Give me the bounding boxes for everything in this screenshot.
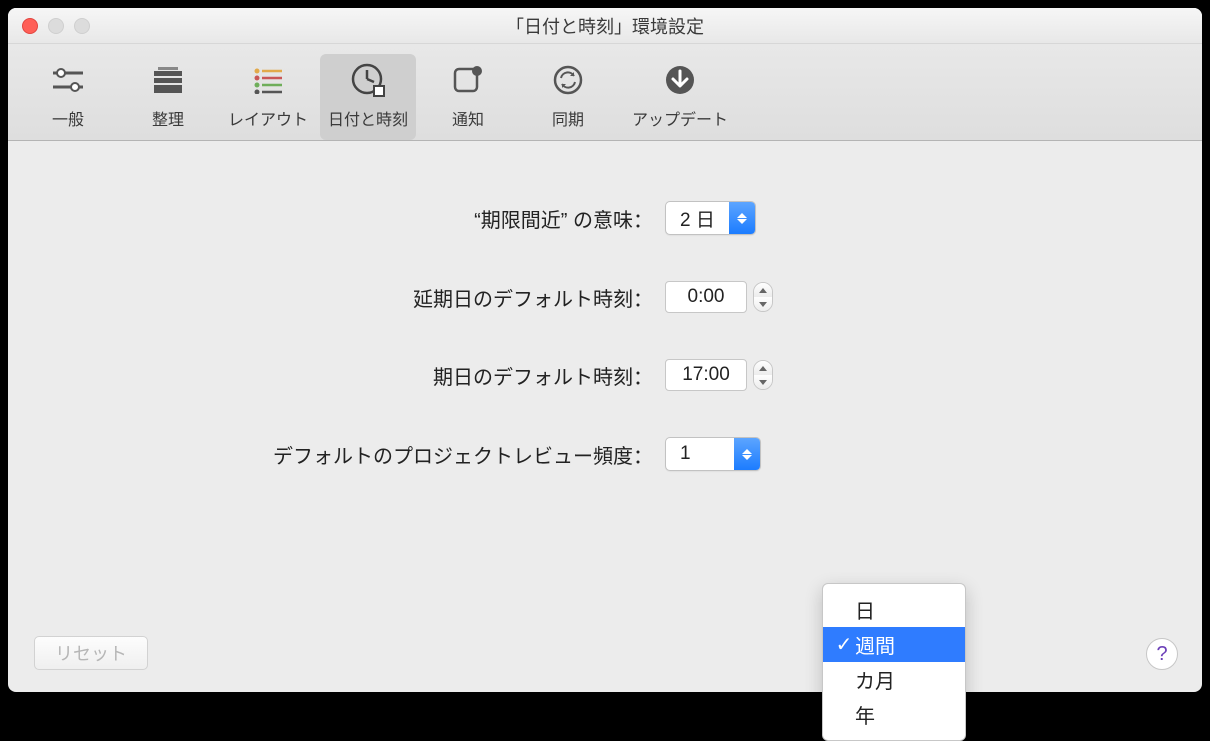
window-title: 「日付と時刻」環境設定 (506, 13, 704, 39)
traffic-lights (22, 18, 90, 34)
stepper-arrows-icon (734, 437, 760, 471)
clock-icon (348, 60, 388, 100)
toolbar-tab-update[interactable]: アップデート (620, 54, 740, 140)
inbox-icon (148, 60, 188, 100)
due-time-label: 期日のデフォルト時刻： (125, 361, 665, 390)
toolbar-label: 同期 (552, 106, 584, 130)
dropdown-option-label: 日 (855, 595, 875, 624)
due-soon-value: 2 日 (666, 205, 729, 232)
dropdown-option-label: 週間 (855, 630, 895, 659)
help-button[interactable]: ? (1146, 638, 1178, 670)
toolbar-tab-sync[interactable]: 同期 (520, 54, 616, 140)
defer-time-label: 延期日のデフォルト時刻： (125, 283, 665, 312)
toolbar-label: 整理 (152, 106, 184, 130)
dropdown-option-year[interactable]: ✓ 年 (823, 697, 965, 732)
dropdown-option-day[interactable]: ✓ 日 (823, 592, 965, 627)
dropdown-option-week[interactable]: ✓ 週間 (823, 627, 965, 662)
stepper-arrows-icon (729, 201, 755, 235)
close-button[interactable] (22, 18, 38, 34)
reset-button[interactable]: リセット (34, 636, 148, 670)
due-time-stepper[interactable] (753, 360, 773, 390)
minimize-button[interactable] (48, 18, 64, 34)
stepper-down-icon[interactable] (754, 375, 772, 389)
stepper-up-icon[interactable] (754, 361, 772, 375)
dropdown-option-label: カ月 (855, 665, 895, 694)
due-soon-popup[interactable]: 2 日 (665, 201, 756, 235)
toolbar-tab-dates[interactable]: 日付と時刻 (320, 54, 416, 140)
review-number-value: 1 (666, 443, 734, 465)
dropdown-option-month[interactable]: ✓ カ月 (823, 662, 965, 697)
sliders-icon (48, 60, 88, 100)
defer-time-stepper[interactable] (753, 282, 773, 312)
review-number-popup[interactable]: 1 (665, 437, 761, 471)
notification-icon (448, 60, 488, 100)
toolbar-label: 日付と時刻 (328, 106, 408, 130)
defer-time-input[interactable]: 0:00 (665, 281, 747, 313)
download-icon (660, 60, 700, 100)
stepper-up-icon[interactable] (754, 283, 772, 297)
toolbar-label: アップデート (632, 106, 728, 130)
row-due-time: 期日のデフォルト時刻： 17:00 (48, 359, 1162, 391)
row-defer-time: 延期日のデフォルト時刻： 0:00 (48, 281, 1162, 313)
toolbar-tab-layout[interactable]: レイアウト (220, 54, 316, 140)
sync-icon (548, 60, 588, 100)
row-due-soon: “期限間近” の意味： 2 日 (48, 201, 1162, 235)
checkmark-icon: ✓ (833, 632, 855, 657)
titlebar: 「日付と時刻」環境設定 (8, 8, 1202, 44)
stepper-down-icon[interactable] (754, 297, 772, 311)
preferences-window: 「日付と時刻」環境設定 一般 (8, 8, 1202, 692)
review-label: デフォルトのプロジェクトレビュー頻度： (125, 440, 665, 469)
toolbar-tab-general[interactable]: 一般 (20, 54, 116, 140)
due-soon-label: “期限間近” の意味： (125, 204, 665, 233)
zoom-button[interactable] (74, 18, 90, 34)
dropdown-option-label: 年 (855, 700, 875, 729)
content-pane: “期限間近” の意味： 2 日 延期日のデフォルト時刻： 0:00 (8, 141, 1202, 692)
toolbar-tab-notifications[interactable]: 通知 (420, 54, 516, 140)
toolbar-label: 通知 (452, 106, 484, 130)
row-review-frequency: デフォルトのプロジェクトレビュー頻度： 1 (48, 437, 1162, 471)
toolbar-label: 一般 (52, 106, 84, 130)
review-unit-dropdown[interactable]: ✓ 日 ✓ 週間 ✓ カ月 ✓ 年 (822, 583, 966, 741)
list-icon (248, 60, 288, 100)
due-time-input[interactable]: 17:00 (665, 359, 747, 391)
toolbar-tab-organize[interactable]: 整理 (120, 54, 216, 140)
toolbar: 一般 整理 レイアウト (8, 44, 1202, 141)
toolbar-label: レイアウト (228, 106, 308, 130)
